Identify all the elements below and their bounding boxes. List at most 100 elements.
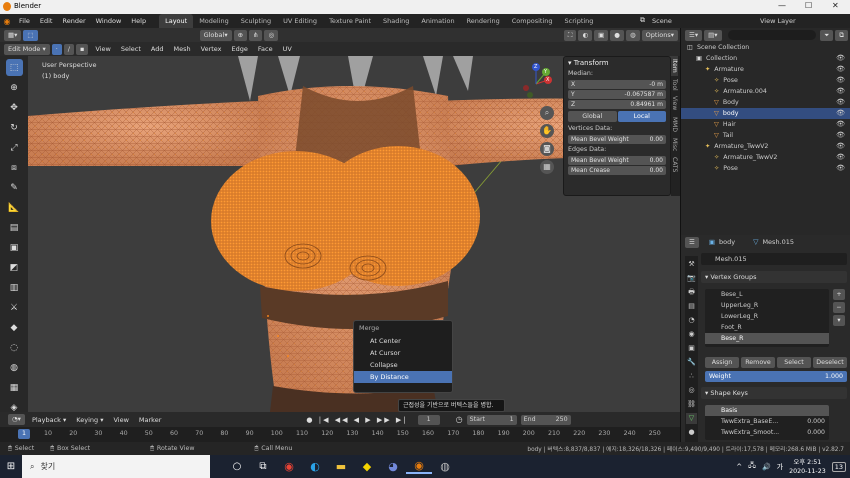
median-x-field[interactable]: X -0 m bbox=[568, 80, 666, 89]
tab-uv-editing[interactable]: UV Editing bbox=[277, 14, 323, 28]
taskbar-search-input[interactable]: ⌕ 찾기 bbox=[22, 455, 210, 478]
material-tab-icon[interactable]: ● bbox=[686, 427, 697, 438]
shape-key-item[interactable]: TwwExtra_BaseE... 0.000 bbox=[705, 416, 829, 427]
output-tab-icon[interactable]: 🖶 bbox=[686, 287, 697, 298]
outliner-row[interactable]: ▽ Body 👁 bbox=[681, 97, 850, 108]
loop-cut-tool-icon[interactable]: ▥ bbox=[6, 279, 23, 296]
tab-scripting[interactable]: Scripting bbox=[559, 14, 600, 28]
tab-shading[interactable]: Shading bbox=[377, 14, 415, 28]
visibility-eye-icon[interactable]: 👁 bbox=[836, 163, 845, 174]
visibility-eye-icon[interactable]: 👁 bbox=[836, 64, 845, 75]
annotate-tool-icon[interactable]: ✎ bbox=[6, 179, 23, 196]
knife-tool-icon[interactable]: ⚔ bbox=[6, 299, 23, 316]
transform-panel-title[interactable]: ▾ Transform bbox=[564, 57, 670, 69]
extrude-tool-icon[interactable]: ▤ bbox=[6, 219, 23, 236]
outliner-row[interactable]: ▽ body 👁 bbox=[681, 108, 850, 119]
tab-texture-paint[interactable]: Texture Paint bbox=[323, 14, 377, 28]
view-layer-selector[interactable]: View Layer bbox=[760, 14, 796, 28]
discord-icon[interactable]: ◕ bbox=[380, 460, 406, 473]
outliner-row[interactable]: ▽ Tail 👁 bbox=[681, 130, 850, 141]
select-box-tool-icon[interactable]: ⬚ bbox=[5, 59, 23, 76]
poly-build-tool-icon[interactable]: ◆ bbox=[6, 319, 23, 336]
end-frame-field[interactable]: End 250 bbox=[520, 414, 571, 425]
visibility-eye-icon[interactable]: 👁 bbox=[836, 152, 845, 163]
outliner-row[interactable]: ✧ Armature.004 👁 bbox=[681, 86, 850, 97]
median-y-field[interactable]: Y -0.067587 m bbox=[568, 90, 666, 99]
visibility-eye-icon[interactable]: 👁 bbox=[836, 130, 845, 141]
particles-tab-icon[interactable]: ∴ bbox=[686, 371, 697, 382]
edge-bevel-weight-field[interactable]: Mean Bevel Weight 0.00 bbox=[568, 156, 666, 165]
orientation-dropdown[interactable]: Global▾ bbox=[199, 29, 232, 41]
blender-menu-icon[interactable]: ◉ bbox=[0, 17, 14, 26]
outliner-row[interactable]: ▣ Collection 👁 bbox=[681, 53, 850, 64]
menu-render[interactable]: Render bbox=[57, 14, 90, 28]
task-view-icon[interactable]: ○ bbox=[224, 461, 250, 472]
assign-button[interactable]: Assign bbox=[705, 357, 739, 368]
camera-icon[interactable]: ◙ bbox=[540, 142, 554, 156]
taskview-icon[interactable]: ⧉ bbox=[250, 461, 276, 472]
edge-select-icon[interactable]: / bbox=[63, 43, 74, 55]
vertex-group-specials-button[interactable]: ▾ bbox=[833, 315, 845, 326]
app-icon[interactable]: ◍ bbox=[432, 460, 458, 473]
timeline-menu-view[interactable]: View bbox=[108, 413, 133, 427]
network-icon[interactable]: 🖧 bbox=[748, 461, 756, 472]
xray-icon[interactable]: ▣ bbox=[594, 29, 609, 41]
tab-compositing[interactable]: Compositing bbox=[506, 14, 559, 28]
properties-editor-icon[interactable]: ☰ bbox=[685, 236, 699, 248]
outliner-row[interactable]: ✧ Pose 👁 bbox=[681, 75, 850, 86]
menu-edit[interactable]: Edit bbox=[35, 14, 58, 28]
vp-menu-edge[interactable]: Edge bbox=[227, 42, 253, 56]
new-collection-icon[interactable]: ⧉ bbox=[835, 29, 848, 41]
timeline-editor-icon[interactable]: ◔▾ bbox=[8, 414, 25, 425]
sidebar-tab-misc[interactable]: Misc bbox=[671, 135, 678, 154]
outliner-search-input[interactable] bbox=[727, 30, 817, 40]
object-tab-icon[interactable]: ▣ bbox=[686, 343, 697, 354]
filter-icon[interactable]: ⏷ bbox=[820, 29, 834, 41]
mean-crease-field[interactable]: Mean Crease 0.00 bbox=[568, 166, 666, 175]
notification-badge[interactable]: 13 bbox=[831, 461, 846, 472]
timeline-menu-playback[interactable]: Playback ▾ bbox=[27, 413, 71, 427]
clock-icon[interactable]: ◷ bbox=[456, 415, 463, 424]
vertex-group-item[interactable]: UpperLeg_R bbox=[705, 300, 829, 311]
ime-language-indicator[interactable]: 가 bbox=[777, 462, 783, 472]
vp-menu-select[interactable]: Select bbox=[116, 42, 146, 56]
maximize-button[interactable]: ☐ bbox=[805, 1, 812, 10]
outliner-editor-icon[interactable]: ☰▾ bbox=[685, 29, 703, 41]
measure-tool-icon[interactable]: 📐 bbox=[6, 199, 23, 216]
playback-controls[interactable]: ● |◀ ◀◀ ◀ ▶ ▶▶ ▶| bbox=[306, 416, 407, 424]
overlay-icon[interactable]: ◐ bbox=[578, 29, 593, 41]
merge-collapse[interactable]: Collapse bbox=[354, 359, 452, 371]
vp-menu-uv[interactable]: UV bbox=[278, 42, 297, 56]
vertex-bevel-weight-field[interactable]: Mean Bevel Weight 0.00 bbox=[568, 135, 666, 144]
mesh-data-tab-icon[interactable]: ▽ bbox=[686, 413, 697, 424]
vp-menu-add[interactable]: Add bbox=[146, 42, 169, 56]
tab-layout[interactable]: Layout bbox=[159, 14, 194, 28]
local-toggle[interactable]: Local bbox=[617, 111, 666, 122]
physics-tab-icon[interactable]: ◎ bbox=[686, 385, 697, 396]
inset-tool-icon[interactable]: ▣ bbox=[6, 239, 23, 256]
edge-slide-tool-icon[interactable]: ▦ bbox=[6, 379, 23, 396]
shape-key-item[interactable]: TwwExtra_Smoot... 0.000 bbox=[705, 427, 829, 438]
median-z-field[interactable]: Z 0.84961 m bbox=[568, 100, 666, 109]
visibility-eye-icon[interactable]: 👁 bbox=[836, 141, 845, 152]
tray-chevron-icon[interactable]: ^ bbox=[736, 463, 742, 471]
mode-dropdown[interactable]: Edit Mode ▾ bbox=[4, 43, 50, 55]
outliner-row[interactable]: ✦ Armature 👁 bbox=[681, 64, 850, 75]
proportional-icon[interactable]: ◎ bbox=[264, 29, 279, 41]
remove-button[interactable]: Remove bbox=[741, 357, 775, 368]
outliner-row[interactable]: ▽ Hair 👁 bbox=[681, 119, 850, 130]
sidebar-tab-mmd[interactable]: MMD bbox=[671, 114, 678, 135]
bevel-tool-icon[interactable]: ◩ bbox=[6, 259, 23, 276]
constraints-tab-icon[interactable]: ⛓ bbox=[686, 399, 697, 410]
current-frame-field[interactable]: 1 bbox=[417, 414, 440, 425]
vertex-group-item[interactable]: Foot_R bbox=[705, 322, 829, 333]
shading-solid-icon[interactable]: ● bbox=[610, 29, 624, 41]
edge-icon[interactable]: ◐ bbox=[302, 460, 328, 473]
pan-hand-icon[interactable]: ✋ bbox=[540, 124, 554, 138]
modifier-tab-icon[interactable]: 🔧 bbox=[686, 357, 697, 368]
ortho-grid-icon[interactable]: ▦ bbox=[540, 160, 554, 174]
gizmo-toggle-icon[interactable]: ⛶ bbox=[563, 29, 577, 41]
vertex-group-item[interactable]: Bese_R bbox=[705, 333, 829, 344]
merge-at-cursor[interactable]: At Cursor bbox=[354, 347, 452, 359]
tool-tab-icon[interactable]: ⚒ bbox=[686, 259, 697, 270]
